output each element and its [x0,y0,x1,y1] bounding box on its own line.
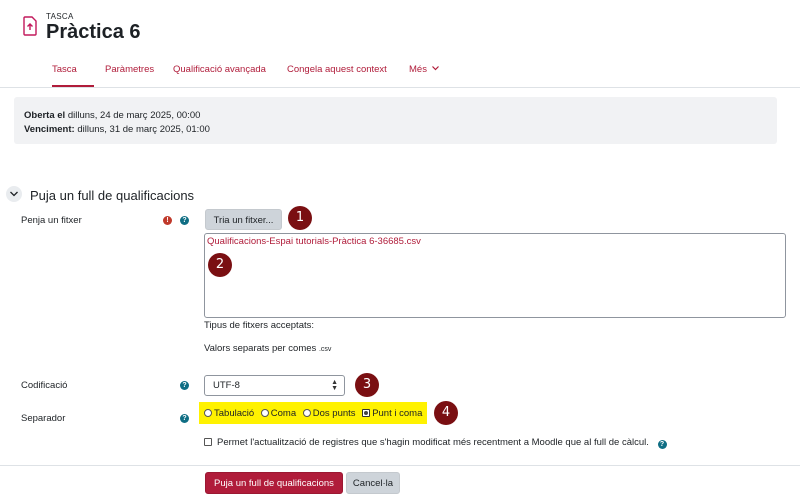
encoding-value: UTF-8 [213,380,240,391]
accepted-type-ext: .csv [318,346,332,353]
opened-value: dilluns, 24 de març 2025, 00:00 [65,110,201,121]
separator-option-colon[interactable]: Dos punts [302,408,356,419]
secondary-navigation: Tasca Paràmetres Qualificació avançada C… [0,60,800,88]
uploaded-file-link[interactable]: Qualificacions-Espai tutorials-Pràctica … [207,236,421,247]
page-title: Pràctica 6 [46,21,141,43]
file-drop-area[interactable]: Qualificacions-Espai tutorials-Pràctica … [204,233,786,318]
accepted-types-label: Tipus de fitxers acceptats: [204,320,315,331]
due-value: dilluns, 31 de març 2025, 01:00 [74,124,210,135]
separator-label: Separador [21,413,66,424]
separator-option-label: Tabulació [214,408,255,419]
override-checkbox[interactable] [204,438,212,446]
separator-option-label: Dos punts [312,408,356,419]
annotation-marker-4: 4 [434,401,458,425]
tab-mes[interactable]: Més [409,64,439,75]
separator-option-tab[interactable]: Tabulació [204,408,254,419]
divider [0,465,800,466]
separator-option-label: Coma [270,408,297,419]
annotation-marker-2: 2 [208,253,232,277]
accepted-types-value: Valors separats per comes .csv [204,343,331,354]
separator-radio-group: Tabulació Coma Dos punts Punt i coma [204,408,426,419]
tab-congela-context[interactable]: Congela aquest context [287,64,387,75]
separator-option-label: Punt i coma [372,408,423,419]
annotation-marker-1: 1 [288,206,312,230]
radio-button[interactable] [302,409,311,417]
encoding-label: Codificació [21,380,68,391]
help-icon[interactable]: ? [180,216,189,225]
chevron-down-icon [431,66,439,71]
submit-upload-button[interactable]: Puja un full de qualificacions [205,472,343,494]
section-title: Puja un full de qualificacions [30,188,195,203]
due-label: Venciment: [24,124,75,135]
help-icon[interactable]: ? [657,440,667,449]
tab-mes-label: Més [409,64,427,75]
tab-parametres[interactable]: Paràmetres [105,64,154,75]
activity-dates: Oberta el dilluns, 24 de març 2025, 00:0… [14,97,777,144]
due-date: Venciment: dilluns, 31 de març 2025, 01:… [24,124,210,135]
radio-button[interactable] [204,409,212,417]
page-header: TASCA Pràctica 6 [0,0,800,60]
help-icon[interactable]: ? [180,414,189,423]
tab-qualificacio-avancada[interactable]: Qualificació avançada [173,64,266,75]
divider [0,87,800,88]
choose-file-button[interactable]: Tria un fitxer... [205,209,282,230]
cancel-button[interactable]: Cancel·la [346,472,400,494]
opened-date: Oberta el dilluns, 24 de març 2025, 00:0… [24,110,200,121]
opened-label: Oberta el [24,110,66,121]
activity-type-label: TASCA [46,12,74,21]
separator-option-comma[interactable]: Coma [260,408,297,419]
override-checkbox-row[interactable]: Permet l'actualització de registres que … [204,437,667,449]
help-icon[interactable]: ? [180,381,189,390]
radio-button-selected[interactable] [362,409,371,417]
assignment-icon [23,16,37,36]
required-icon: ! [163,216,172,225]
override-checkbox-label: Permet l'actualització de registres que … [217,437,649,448]
encoding-select[interactable]: UTF-8 ▲ ▼ [204,375,345,396]
select-arrows-icon: ▲ ▼ [331,379,338,392]
tab-tasca[interactable]: Tasca [52,64,77,75]
chevron-down-icon[interactable] [6,186,22,202]
radio-button[interactable] [260,409,269,417]
separator-option-semicolon[interactable]: Punt i coma [362,408,422,419]
file-label: Penja un fitxer [21,215,82,226]
accepted-type-name: Valors separats per comes [204,343,317,354]
annotation-marker-3: 3 [355,373,379,397]
